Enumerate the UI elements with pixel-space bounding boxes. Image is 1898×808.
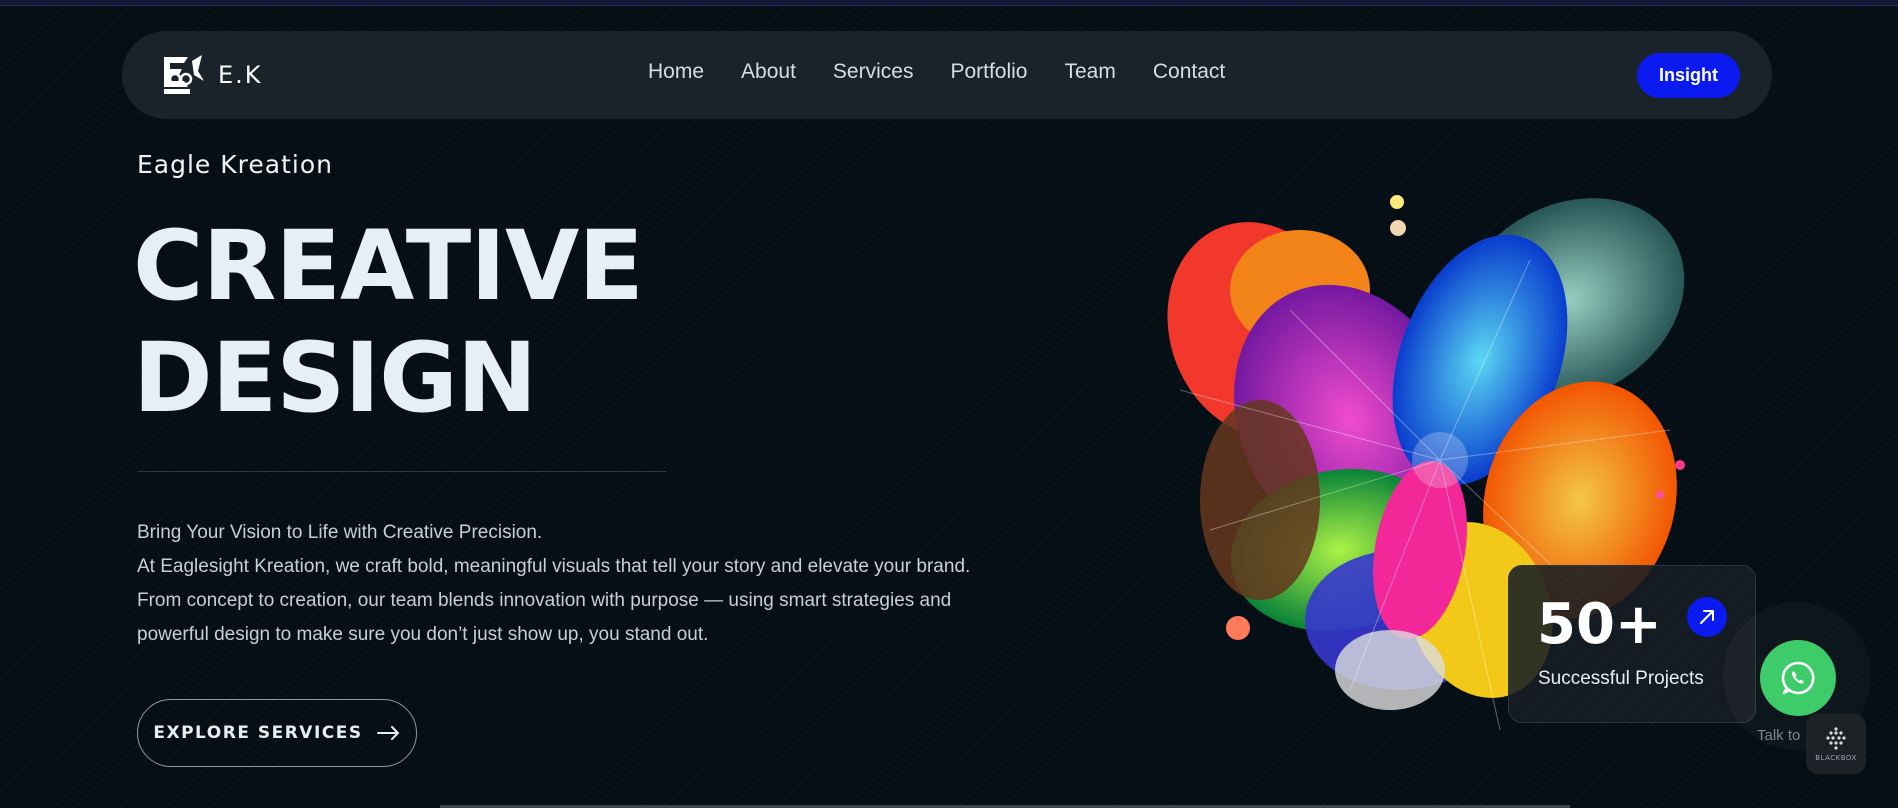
stat-label: Successful Projects xyxy=(1538,668,1704,689)
explore-services-label: EXPLORE SERVICES xyxy=(153,723,363,743)
whatsapp-icon xyxy=(1781,661,1815,695)
insight-button[interactable]: Insight xyxy=(1637,53,1740,98)
blackbox-badge[interactable]: BLACKBOX xyxy=(1806,714,1866,774)
hero-divider xyxy=(137,471,667,472)
logo-text: E.K xyxy=(218,61,263,89)
logo-icon xyxy=(164,55,204,94)
nav-item-about[interactable]: About xyxy=(741,60,796,84)
explore-services-button[interactable]: EXPLORE SERVICES xyxy=(137,699,417,767)
arrow-up-right-icon[interactable] xyxy=(1687,597,1727,637)
nav-item-team[interactable]: Team xyxy=(1065,60,1116,84)
description-line: powerful design to make sure you don’t j… xyxy=(137,624,709,645)
headline-line-2: DESIGN xyxy=(133,322,537,434)
stat-card: 50+ Successful Projects xyxy=(1508,565,1756,723)
blackbox-badge-text: BLACKBOX xyxy=(1815,754,1857,762)
headline-line-1: CREATIVE xyxy=(133,210,644,322)
navbar: E.K Home About Services Portfolio Team C… xyxy=(122,31,1772,119)
whatsapp-button[interactable] xyxy=(1760,640,1836,716)
description-line: From concept to creation, our team blend… xyxy=(137,590,952,611)
hero-eyebrow: Eagle Kreation xyxy=(137,150,333,179)
logo[interactable]: E.K xyxy=(158,51,263,99)
talk-to-label: Talk to xyxy=(1757,727,1801,744)
top-border xyxy=(0,0,1898,6)
description-line: At Eaglesight Kreation, we craft bold, m… xyxy=(137,556,971,577)
blackbox-logo-icon xyxy=(1826,727,1846,750)
stat-number: 50+ xyxy=(1537,592,1662,657)
arrow-right-icon xyxy=(376,726,399,740)
hero-headline: CREATIVE DESIGN xyxy=(133,210,644,434)
nav-item-contact[interactable]: Contact xyxy=(1153,60,1225,84)
nav-item-portfolio[interactable]: Portfolio xyxy=(950,60,1027,84)
nav-item-home[interactable]: Home xyxy=(648,60,704,84)
main-navigation: Home About Services Portfolio Team Conta… xyxy=(648,60,1262,84)
nav-item-services[interactable]: Services xyxy=(833,60,914,84)
hero-description: Bring Your Vision to Life with Creative … xyxy=(137,516,1037,652)
description-line: Bring Your Vision to Life with Creative … xyxy=(137,522,543,543)
